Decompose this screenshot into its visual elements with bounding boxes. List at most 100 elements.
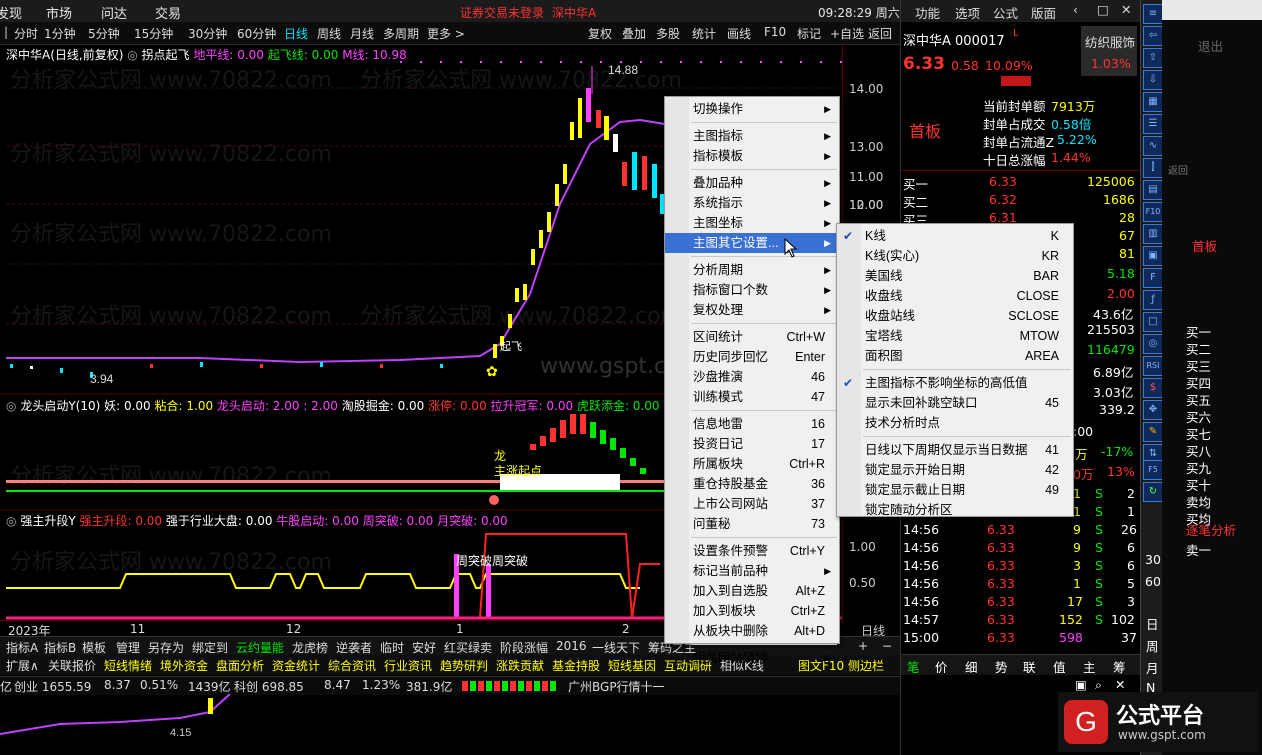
toolbar-draw-button[interactable]: 画线: [727, 25, 751, 42]
quote-tab-ticks[interactable]: 笔: [907, 657, 920, 676]
menu-item[interactable]: 信息地雷 16: [665, 414, 839, 434]
menu-item[interactable]: K线(实心) KR: [837, 246, 1073, 266]
menu-item[interactable]: 显示未回补跳空缺口 45: [837, 393, 1073, 413]
table-icon[interactable]: ▥: [1143, 224, 1163, 244]
candle-icon[interactable]: ⫿: [1143, 158, 1163, 178]
tab-fund-stats[interactable]: 资金统计: [272, 657, 320, 674]
arrow-left-icon[interactable]: ⇦: [1143, 26, 1163, 46]
toolbar-adjust-button[interactable]: 复权: [588, 25, 612, 42]
login-status[interactable]: 证券交易未登录: [460, 4, 544, 21]
tab-market-analysis[interactable]: 盘面分析: [216, 657, 264, 674]
tab-save-as[interactable]: 另存为: [148, 639, 184, 656]
period-tab-5min[interactable]: 5分钟: [88, 25, 120, 42]
period-tab-multi[interactable]: 多周期: [383, 25, 419, 42]
menu-item[interactable]: 设置条件预警 Ctrl+Y: [665, 541, 839, 561]
menu-item[interactable]: ✔ K线 K: [837, 226, 1073, 246]
chart-icon[interactable]: ∿: [1143, 136, 1163, 156]
period-tab-monthly[interactable]: 月线: [350, 25, 374, 42]
status-server[interactable]: 广州BGP行情十一: [568, 678, 665, 695]
menu-item[interactable]: 主图其它设置... ▶: [665, 233, 839, 253]
period-tab-daily[interactable]: 日线: [284, 25, 308, 42]
list-icon[interactable]: ☰: [1143, 114, 1163, 134]
tab-volume[interactable]: 云约量能: [236, 639, 284, 656]
menu-icon[interactable]: ≡: [1143, 4, 1163, 24]
toolbar-stats-button[interactable]: 统计: [692, 25, 716, 42]
sidebar-period[interactable]: 周: [1146, 636, 1159, 655]
menu-item[interactable]: 指标模板 ▶: [665, 146, 839, 166]
panel3-dropdown-icon[interactable]: ◎: [6, 514, 16, 528]
quote-tab-trend[interactable]: 势: [995, 657, 1008, 676]
doc-icon[interactable]: ▤: [1143, 180, 1163, 200]
tab-anhao[interactable]: 安好: [412, 639, 436, 656]
dollar-icon[interactable]: $: [1143, 378, 1163, 398]
search-icon[interactable]: ⌕: [1095, 677, 1102, 693]
tab-template[interactable]: 模板: [82, 639, 106, 656]
menu-layout[interactable]: 版面: [1031, 3, 1056, 22]
quote-tab-chips[interactable]: 筹: [1113, 657, 1126, 676]
menu-item[interactable]: 训练模式 47: [665, 387, 839, 407]
menu-item[interactable]: 复权处理 ▶: [665, 300, 839, 320]
menu-item[interactable]: 沙盘推演 46: [665, 367, 839, 387]
close-icon[interactable]: ✕: [1121, 2, 1131, 17]
menu-item[interactable]: 切换操作 ▶: [665, 99, 839, 119]
tab-industry-news[interactable]: 行业资讯: [384, 657, 432, 674]
period-tab-1min[interactable]: 1分钟: [44, 25, 76, 42]
quote-tab-main[interactable]: 主: [1083, 657, 1096, 676]
menu-item[interactable]: 标记当前品种 ▶: [665, 561, 839, 581]
quote-tab-price[interactable]: 价: [935, 657, 948, 676]
period-tab-60min[interactable]: 60分钟: [237, 25, 276, 42]
menu-function[interactable]: 功能: [915, 3, 940, 22]
tab-dragon-tiger[interactable]: 龙虎榜: [292, 639, 328, 656]
menu-item[interactable]: 上市公司网站 37: [665, 494, 839, 514]
menu-item[interactable]: 叠加品种 ▶: [665, 173, 839, 193]
quote-tab-value[interactable]: 值: [1053, 657, 1066, 676]
refresh-icon[interactable]: ↻: [1143, 482, 1163, 502]
tab-sentiment[interactable]: 短线情绪: [104, 657, 152, 674]
period-tab-30min[interactable]: 30分钟: [188, 25, 227, 42]
arrow-down-icon[interactable]: ⇩: [1143, 70, 1163, 90]
menu-item[interactable]: 从板块中删除 Alt+D: [665, 621, 839, 641]
menu-item[interactable]: 主图坐标 ▶: [665, 213, 839, 233]
f-icon[interactable]: ƒ: [1143, 290, 1163, 310]
tab-stage-gain[interactable]: 阶段涨幅: [500, 639, 548, 656]
menu-item[interactable]: 重仓持股基金 36: [665, 474, 839, 494]
toolbar-overlay-button[interactable]: 叠加: [622, 25, 646, 42]
quote-tab-linked[interactable]: 联: [1023, 657, 1036, 676]
tab-trend[interactable]: 趋势研判: [440, 657, 488, 674]
tab-2016[interactable]: 2016: [556, 639, 587, 653]
toolbar-mark-button[interactable]: 标记: [797, 25, 821, 42]
menu-formula[interactable]: 公式: [993, 3, 1018, 22]
status-star[interactable]: 科创 698.85: [234, 678, 304, 695]
menu-item[interactable]: 面积图 AREA: [837, 346, 1073, 366]
period-tab-15min[interactable]: 15分钟: [134, 25, 173, 42]
tab-temporary[interactable]: 临时: [380, 639, 404, 656]
menu-item[interactable]: 历史同步回忆 Enter: [665, 347, 839, 367]
menu-item[interactable]: 问董秘 73: [665, 514, 839, 534]
tab-bind[interactable]: 绑定到: [192, 639, 228, 656]
f10-icon[interactable]: F10: [1143, 202, 1163, 222]
zoom-in-icon[interactable]: +: [858, 639, 868, 653]
menu-item[interactable]: 主图指标 ▶: [665, 126, 839, 146]
menu-options[interactable]: 选项: [955, 3, 980, 22]
menu-item[interactable]: 加入到板块 Ctrl+Z: [665, 601, 839, 621]
arrow-up-icon[interactable]: ⇧: [1143, 48, 1163, 68]
sidebar-period[interactable]: 30: [1145, 552, 1161, 567]
menu-item[interactable]: 宝塔线 MTOW: [837, 326, 1073, 346]
menu-item[interactable]: 收盘线 CLOSE: [837, 286, 1073, 306]
tab-indicator-a[interactable]: 指标A: [6, 639, 38, 656]
media-icon[interactable]: ▣: [1075, 677, 1087, 692]
menu-item[interactable]: 分析周期 ▶: [665, 260, 839, 280]
f2-icon[interactable]: F: [1143, 268, 1163, 288]
menu-item[interactable]: 日线以下周期仅显示当日数据 41: [837, 440, 1073, 460]
tab-related-quotes[interactable]: 关联报价: [48, 657, 96, 674]
tab-foreign-capital[interactable]: 境外资金: [160, 657, 208, 674]
menu-item[interactable]: 收盘站线 SCLOSE: [837, 306, 1073, 326]
crosshair-icon[interactable]: ✥: [1143, 400, 1163, 420]
menu-item[interactable]: 锁定显示截止日期 49: [837, 480, 1073, 500]
period-tab-more[interactable]: 更多 >: [427, 25, 465, 42]
tab-one-line[interactable]: 一线天下: [592, 639, 640, 656]
toolbar-multistock-button[interactable]: 多股: [656, 25, 680, 42]
sidebar-period[interactable]: 60: [1145, 574, 1161, 589]
tab-fund-holding[interactable]: 基金持股: [552, 657, 600, 674]
menu-item[interactable]: 技术分析时点: [837, 413, 1073, 433]
